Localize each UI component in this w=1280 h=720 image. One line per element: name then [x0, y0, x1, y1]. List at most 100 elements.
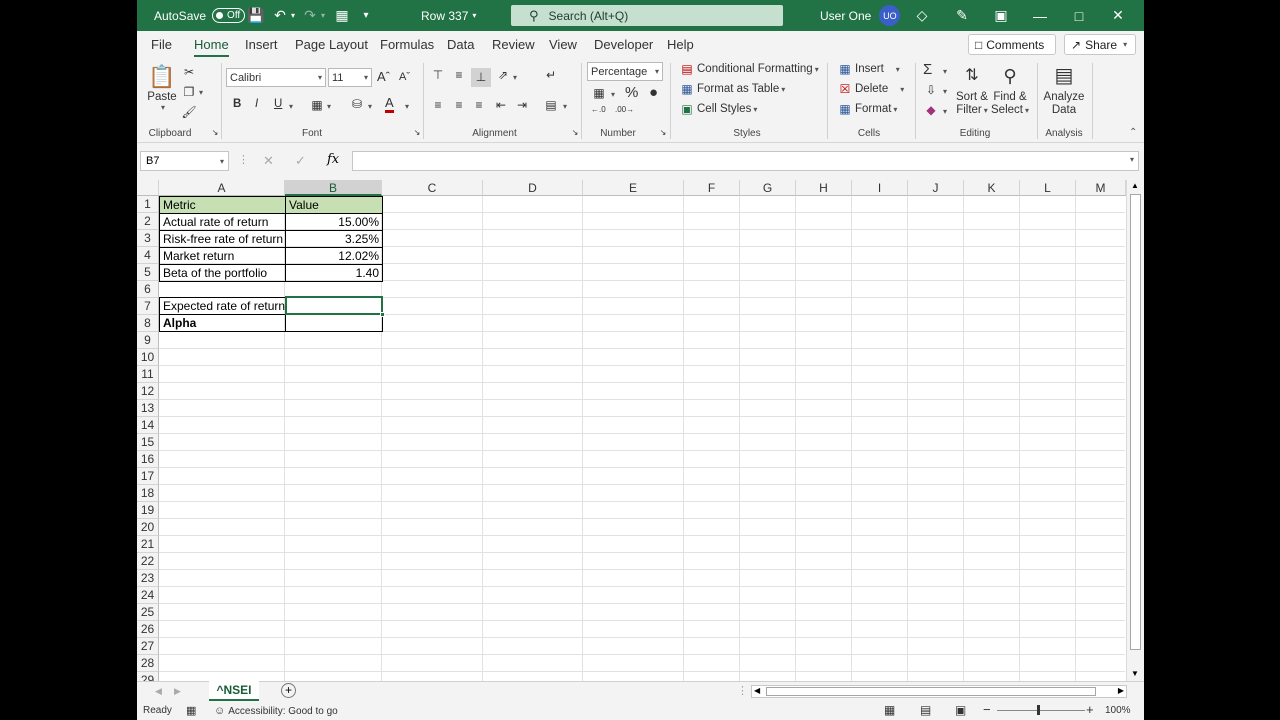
- cell-b5[interactable]: 1.40: [285, 264, 383, 282]
- row-header[interactable]: 20: [137, 519, 159, 536]
- italic-icon[interactable]: I: [255, 98, 258, 110]
- copy-button[interactable]: ❐ ▾: [181, 85, 203, 99]
- ribbon-display-icon[interactable]: ▣: [992, 7, 1010, 24]
- fill-dropdown-icon[interactable]: ▾: [943, 87, 947, 96]
- format-painter-icon[interactable]: 🖌: [181, 105, 197, 119]
- tab-file[interactable]: File: [151, 37, 172, 52]
- cell-a2[interactable]: Actual rate of return: [159, 213, 286, 231]
- align-top-icon[interactable]: ⊤: [430, 68, 446, 82]
- cell-a8[interactable]: Alpha: [159, 314, 286, 332]
- cell-a4[interactable]: Market return: [159, 247, 286, 265]
- autosum-icon[interactable]: Σ: [923, 61, 932, 78]
- tab-developer[interactable]: Developer: [594, 37, 653, 52]
- column-header[interactable]: H: [796, 180, 852, 196]
- undo-icon[interactable]: ↶: [271, 7, 289, 24]
- tab-help[interactable]: Help: [667, 37, 694, 52]
- fill-dropdown-icon[interactable]: ▾: [368, 102, 372, 111]
- pen-icon[interactable]: ✎: [953, 7, 971, 24]
- collapse-ribbon-icon[interactable]: ⌃: [1129, 127, 1137, 138]
- wrap-text-icon[interactable]: ↵: [543, 68, 559, 82]
- tab-insert[interactable]: Insert: [245, 37, 278, 52]
- sheet-tab[interactable]: ^NSEI: [209, 681, 259, 701]
- scroll-down-icon[interactable]: ▼: [1131, 669, 1139, 678]
- autosave-toggle[interactable]: Off: [212, 8, 246, 23]
- cell-a7[interactable]: Expected rate of return: [159, 297, 286, 315]
- normal-view-icon[interactable]: ▦: [884, 703, 895, 717]
- clear-dropdown-icon[interactable]: ▾: [943, 107, 947, 116]
- fill-icon[interactable]: ⇩: [923, 83, 939, 97]
- bold-icon[interactable]: B: [233, 98, 241, 110]
- expand-formula-icon[interactable]: ▾: [1130, 155, 1134, 164]
- row-header[interactable]: 16: [137, 451, 159, 468]
- sort-filter-button[interactable]: ⇅ Sort & Filter ▾: [955, 61, 989, 117]
- save-icon[interactable]: 💾: [247, 7, 265, 24]
- align-left-icon[interactable]: ≡: [430, 98, 446, 112]
- align-bottom-icon[interactable]: ⊥: [471, 68, 491, 87]
- row-header[interactable]: 2: [137, 213, 159, 230]
- column-header[interactable]: A: [159, 180, 285, 196]
- orientation-icon[interactable]: ⇗: [495, 68, 511, 82]
- fill-color-icon[interactable]: ⛁: [349, 97, 365, 111]
- spreadsheet-grid[interactable]: A B C D E F G H I J K L M 1 2 3 4 5 6 7 8 9 10 11 1…: [137, 180, 1144, 681]
- column-header[interactable]: B: [285, 180, 382, 196]
- row-header[interactable]: 24: [137, 587, 159, 604]
- scroll-left-icon[interactable]: ◀: [754, 686, 760, 695]
- column-header[interactable]: I: [852, 180, 908, 196]
- column-header[interactable]: D: [483, 180, 583, 196]
- accounting-format-icon[interactable]: ▦: [591, 86, 607, 100]
- scroll-right-icon[interactable]: ▶: [1118, 686, 1124, 695]
- add-sheet-icon[interactable]: +: [281, 683, 296, 698]
- insert-function-icon[interactable]: fx: [327, 152, 339, 167]
- paste-button[interactable]: 📋 Paste ▾: [147, 63, 176, 112]
- zoom-slider[interactable]: [997, 710, 1085, 711]
- calculator-icon[interactable]: ▦: [333, 7, 351, 24]
- minimize-icon[interactable]: —: [1031, 8, 1049, 24]
- tab-review[interactable]: Review: [492, 37, 535, 52]
- document-title[interactable]: Row 337 ▾: [421, 0, 476, 31]
- row-header[interactable]: 5: [137, 264, 159, 281]
- row-header[interactable]: 26: [137, 621, 159, 638]
- row-header[interactable]: 13: [137, 400, 159, 417]
- conditional-formatting-button[interactable]: ▤ Conditional Formatting ▾: [679, 62, 818, 76]
- cell-a3[interactable]: Risk-free rate of return: [159, 230, 286, 248]
- column-header[interactable]: M: [1076, 180, 1126, 196]
- format-cells-button[interactable]: ▦ Format ▾: [837, 102, 897, 116]
- increase-font-icon[interactable]: Aˆ: [377, 69, 390, 84]
- row-header[interactable]: 22: [137, 553, 159, 570]
- vertical-scrollbar[interactable]: ▲ ▼: [1126, 180, 1144, 681]
- row-header[interactable]: 29: [137, 672, 159, 681]
- zoom-out-icon[interactable]: −: [983, 702, 991, 717]
- maximize-icon[interactable]: □: [1070, 8, 1088, 24]
- align-right-icon[interactable]: ≡: [471, 98, 487, 112]
- increase-indent-icon[interactable]: ⇥: [514, 98, 530, 112]
- tab-home[interactable]: Home: [194, 37, 229, 57]
- row-header[interactable]: 10: [137, 349, 159, 366]
- row-header[interactable]: 12: [137, 383, 159, 400]
- align-center-icon[interactable]: ≡: [451, 98, 467, 112]
- increase-decimal-icon[interactable]: ←.0: [591, 106, 606, 114]
- clear-icon[interactable]: ◆: [923, 103, 939, 117]
- row-header[interactable]: 7: [137, 298, 159, 315]
- borders-dropdown-icon[interactable]: ▾: [327, 102, 331, 111]
- row-header[interactable]: 18: [137, 485, 159, 502]
- row-header[interactable]: 9: [137, 332, 159, 349]
- column-header[interactable]: E: [583, 180, 684, 196]
- row-header[interactable]: 8: [137, 315, 159, 332]
- analyze-data-button[interactable]: ▤ Analyze Data: [1042, 61, 1086, 117]
- format-as-table-button[interactable]: ▦ Format as Table ▾: [679, 82, 785, 96]
- tab-formulas[interactable]: Formulas: [380, 37, 434, 52]
- page-break-view-icon[interactable]: ▣: [955, 703, 966, 717]
- cell-a1[interactable]: Metric: [159, 196, 286, 214]
- row-header[interactable]: 6: [137, 281, 159, 298]
- horizontal-scrollbar[interactable]: ◀ ▶: [751, 685, 1127, 698]
- cell-b3[interactable]: 3.25%: [285, 230, 383, 248]
- find-select-button[interactable]: ⚲ Find & Select ▾: [991, 61, 1029, 117]
- column-header[interactable]: G: [740, 180, 796, 196]
- user-account[interactable]: User One UO: [820, 0, 901, 31]
- row-header[interactable]: 19: [137, 502, 159, 519]
- orientation-dropdown-icon[interactable]: ▾: [513, 73, 517, 82]
- merge-dropdown-icon[interactable]: ▾: [563, 102, 567, 111]
- vertical-scroll-thumb[interactable]: [1130, 194, 1141, 650]
- insert-cells-button[interactable]: ▦ Insert ▾: [837, 62, 899, 76]
- formula-input[interactable]: [352, 151, 1139, 171]
